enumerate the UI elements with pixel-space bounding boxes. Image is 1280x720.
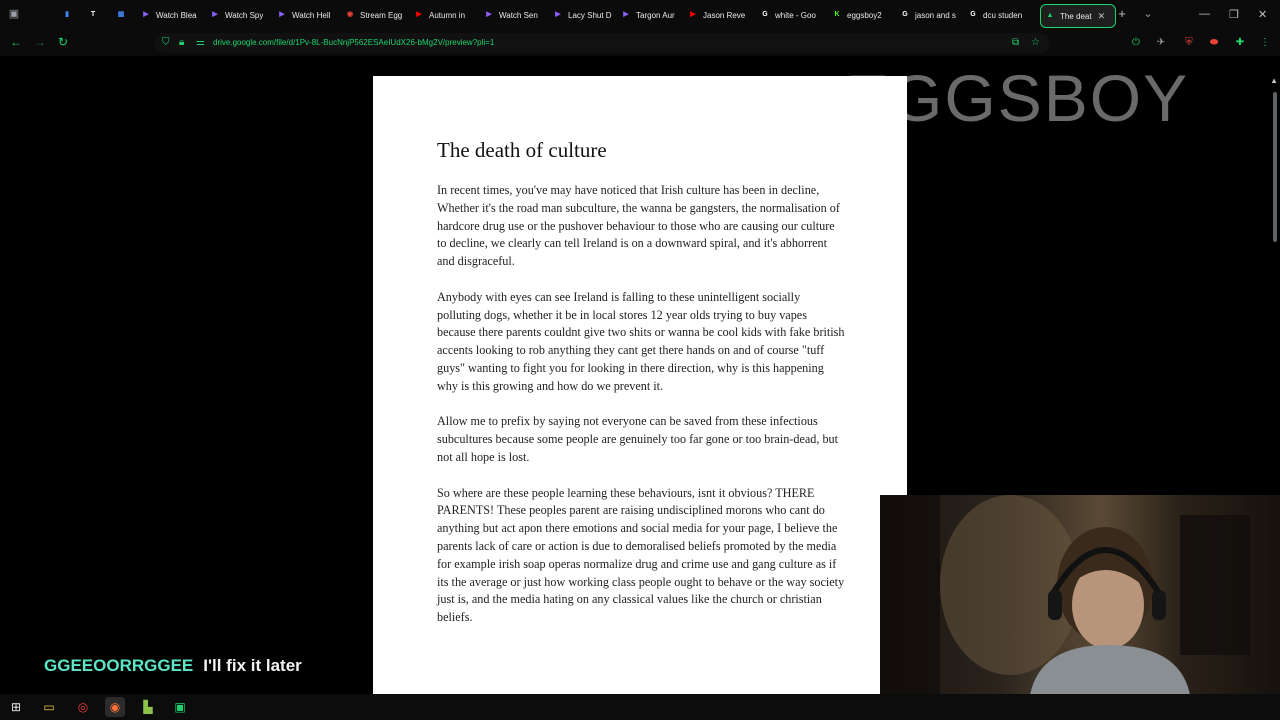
tab[interactable]: ▶ Targon Aur: [621, 4, 681, 26]
google-icon: G: [970, 11, 976, 18]
chrome-icon[interactable]: ◎: [73, 697, 93, 717]
menu-icon[interactable]: ⋮: [1259, 37, 1271, 49]
install-app-icon[interactable]: ⧉: [1012, 37, 1019, 48]
tab-label: Watch Hell: [292, 10, 331, 20]
shield-icon[interactable]: ⛉: [162, 37, 170, 48]
tab-search-icon[interactable]: ▣: [7, 7, 21, 21]
chat-message: GGEEOORRGGEE I'll fix it later: [44, 656, 302, 676]
chat-text: I'll fix it later: [203, 656, 302, 675]
file-explorer-icon[interactable]: ▭: [39, 697, 59, 717]
start-windows-icon[interactable]: ⊞: [6, 697, 26, 717]
tab-label: The deat: [1060, 11, 1092, 21]
tab-label: Targon Aur: [636, 10, 675, 20]
youtube-icon: ▶: [690, 11, 696, 18]
drive-icon: ▲: [1046, 12, 1054, 19]
extensions-puzzle-icon[interactable]: ✚: [1234, 37, 1246, 49]
webcam-image: [880, 495, 1250, 695]
address-bar[interactable]: ⛉ 🔒︎ ⚌ drive.google.com/file/d/1Pv-8L-Bu…: [155, 33, 1050, 53]
paragraph: So where are these people learning these…: [437, 485, 845, 625]
navigation-bar: ← → ↻ ⛉ 🔒︎ ⚌ drive.google.com/file/d/1Pv…: [0, 30, 1280, 56]
extension-icon[interactable]: ⏻: [1130, 37, 1142, 49]
extension-icon[interactable]: ✈: [1155, 37, 1167, 49]
lock-icon[interactable]: 🔒︎: [179, 37, 184, 48]
youtube-icon: ▶: [416, 11, 422, 18]
window-close-button[interactable]: ✕: [1258, 8, 1267, 21]
play-icon: ▶: [143, 11, 149, 18]
app-icon[interactable]: ▣: [170, 697, 190, 717]
tab[interactable]: ▶ Lacy Shut D: [553, 4, 613, 26]
tab[interactable]: ▦: [116, 4, 130, 26]
webcam-overlay: [880, 495, 1280, 695]
tab[interactable]: Gdcu studen: [968, 4, 1032, 26]
tab-label: Lacy Shut D: [568, 10, 612, 20]
stream-icon: ◉: [346, 11, 354, 18]
play-icon: ▶: [486, 11, 492, 18]
tab[interactable]: ◉ Stream Egg: [345, 4, 407, 26]
google-icon: G: [762, 11, 768, 18]
tab-label: Watch Blea: [156, 10, 197, 20]
taskbar: ⊞ ▭ ◎ ◉ ▙ ▣: [0, 694, 1280, 720]
google-icon: G: [902, 11, 908, 18]
extension-icon[interactable]: ⛨: [1183, 37, 1195, 49]
tab-label: Stream Egg: [360, 10, 403, 20]
reload-button[interactable]: ↻: [58, 35, 68, 49]
media-icon: ▦: [117, 11, 125, 18]
document-title: The death of culture: [437, 138, 607, 162]
tab[interactable]: ▶ Watch Hell: [277, 4, 337, 26]
back-button[interactable]: ←: [10, 35, 22, 49]
url-host: drive.google.com: [213, 38, 274, 47]
tab-label: Jason Reve: [703, 10, 746, 20]
document-page: The death of culture In recent times, yo…: [373, 76, 907, 694]
new-tab-button[interactable]: +: [1115, 7, 1129, 21]
tab-list-chevron-icon[interactable]: ⌄: [1141, 7, 1155, 21]
tab-label: white - Goo: [775, 10, 816, 20]
play-icon: ▶: [555, 11, 561, 18]
paragraph: In recent times, you've may have noticed…: [437, 183, 840, 269]
play-icon: ▶: [212, 11, 218, 18]
drive-icon: ▮: [65, 11, 69, 18]
url-text[interactable]: drive.google.com/file/d/1Pv-8L-BucNnjP56…: [213, 38, 494, 47]
tab-active[interactable]: ▲ The deat ✕: [1040, 4, 1116, 28]
site-settings-icon[interactable]: ⚌: [196, 37, 205, 48]
url-path: /file/d/1Pv-8L-BucNnjP562ESAeIUdX26-bMg2…: [273, 38, 495, 47]
scrollbar-thumb[interactable]: [1273, 92, 1277, 242]
tab[interactable]: ▶ Jason Reve: [688, 4, 752, 26]
document-body: In recent times, you've may have noticed…: [437, 182, 845, 645]
tab[interactable]: ▶ Watch Blea: [141, 4, 201, 26]
bookmark-star-icon[interactable]: ☆: [1031, 37, 1040, 48]
scroll-up-arrow-icon[interactable]: ▲: [1270, 76, 1278, 85]
tab[interactable]: ▶ Autumn in: [414, 4, 476, 26]
tab-label: eggsboy2: [847, 10, 882, 20]
play-icon: ▶: [279, 11, 285, 18]
app-icon[interactable]: ▙: [138, 697, 158, 717]
paragraph: Anybody with eyes can see Ireland is fal…: [437, 289, 845, 393]
tab-label: jason and s: [915, 10, 956, 20]
extension-icon[interactable]: ⬬: [1208, 37, 1220, 49]
tab-strip: ▣ ▮ T ▦ ▶ Watch Blea ▶ Watch Spy ▶ Watch Hell ◉ St…: [0, 0, 1280, 30]
tab[interactable]: ▮: [62, 4, 76, 26]
restore-button[interactable]: ❐: [1229, 8, 1239, 21]
tab[interactable]: Gwhite - Goo: [760, 4, 824, 26]
chat-username: GGEEOORRGGEE: [44, 656, 194, 675]
tab[interactable]: T: [88, 4, 102, 26]
tab-label: Autumn in: [429, 10, 466, 20]
forward-button[interactable]: →: [34, 35, 46, 49]
kick-icon: K: [834, 11, 840, 18]
tab-label: Watch Spy: [225, 10, 264, 20]
tweetdeck-icon: T: [90, 11, 96, 18]
tab[interactable]: ▶ Watch Spy: [210, 4, 270, 26]
paragraph: Allow me to prefix by saying not everyon…: [437, 414, 839, 464]
tab[interactable]: Keggsboy2: [832, 4, 892, 26]
tab[interactable]: ▶ Watch Sen: [484, 4, 546, 26]
tab-label: Watch Sen: [499, 10, 538, 20]
play-icon: ▶: [623, 11, 629, 18]
tab-close-icon[interactable]: ✕: [1098, 11, 1106, 22]
tab-label: dcu studen: [983, 10, 1023, 20]
minimize-button[interactable]: —: [1199, 8, 1210, 20]
firefox-icon[interactable]: ◉: [105, 697, 125, 717]
tab[interactable]: Gjason and s: [900, 4, 960, 26]
